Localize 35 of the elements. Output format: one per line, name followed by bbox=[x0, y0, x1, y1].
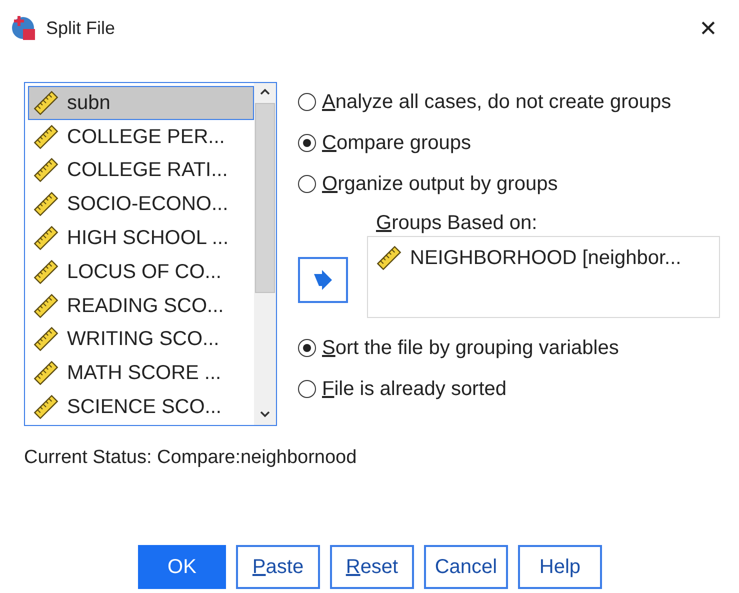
dialog-button[interactable]: Help bbox=[518, 545, 602, 589]
variable-item[interactable]: subn bbox=[28, 86, 254, 120]
variable-item[interactable]: SOCIO-ECONO... bbox=[28, 187, 254, 222]
radio-label[interactable]: Sort the file by grouping variables bbox=[322, 332, 619, 362]
radio-button[interactable] bbox=[298, 380, 316, 398]
radio-label[interactable]: File is already sorted bbox=[322, 374, 507, 404]
radio-label[interactable]: Organize output by groups bbox=[322, 168, 558, 198]
radio-button[interactable] bbox=[298, 174, 316, 192]
variable-item[interactable]: READING SCO... bbox=[28, 288, 254, 323]
variable-item[interactable]: SCIENCE SCO... bbox=[28, 390, 254, 424]
arrow-icon bbox=[312, 270, 334, 290]
radio-button[interactable] bbox=[298, 92, 316, 110]
scrollbar[interactable] bbox=[254, 83, 276, 425]
variable-item[interactable]: COLLEGE RATI... bbox=[28, 154, 254, 188]
dialog-button[interactable]: Cancel bbox=[424, 545, 508, 589]
dialog-button[interactable]: Reset bbox=[330, 545, 414, 589]
scroll-thumb[interactable] bbox=[255, 103, 275, 293]
dialog-button[interactable]: Paste bbox=[236, 545, 320, 589]
close-button[interactable]: ✕ bbox=[691, 11, 725, 45]
app-icon bbox=[10, 14, 38, 42]
variable-item[interactable]: LOCUS OF CO... bbox=[28, 254, 254, 289]
variable-item[interactable]: COLLEGE PER... bbox=[28, 120, 254, 154]
radio-button[interactable] bbox=[298, 134, 316, 152]
groups-label: Groups Based on: bbox=[376, 211, 538, 234]
status-text: Current Status: Compare:neighbornood bbox=[24, 446, 358, 470]
variable-item[interactable]: HIGH SCHOOL ... bbox=[28, 221, 254, 255]
radio-label[interactable]: Analyze all cases, do not create groups bbox=[322, 86, 672, 116]
dialog-button[interactable]: OK bbox=[138, 545, 226, 589]
variable-item[interactable]: MATH SCORE ... bbox=[28, 356, 254, 390]
radio-button[interactable] bbox=[298, 338, 316, 356]
move-button[interactable] bbox=[298, 257, 348, 303]
variable-item[interactable]: WRITING SCO... bbox=[28, 322, 254, 356]
group-variable-item[interactable]: NEIGHBORHOOD [neighbor... bbox=[376, 243, 719, 273]
radio-label[interactable]: Compare groups bbox=[322, 128, 471, 158]
window-title: Split File bbox=[46, 16, 116, 40]
